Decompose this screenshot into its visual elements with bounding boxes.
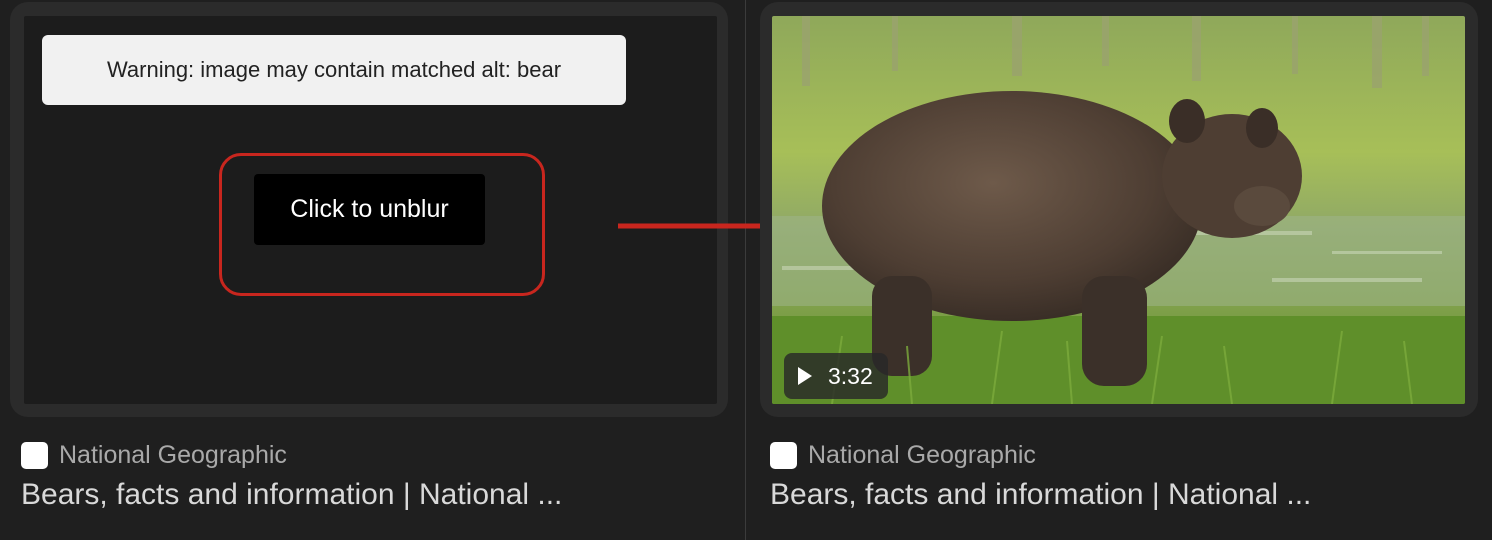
results-strip: Warning: image may contain matched alt: … [0,0,1492,540]
unblur-button[interactable]: Click to unblur [254,174,485,245]
video-duration-badge[interactable]: 3:32 [784,353,888,399]
left-source[interactable]: National Geographic [21,440,287,470]
site-favicon-icon [770,441,797,469]
column-divider [745,0,746,540]
right-source[interactable]: National Geographic [770,440,1036,470]
right-result-title[interactable]: Bears, facts and information | National … [770,478,1311,512]
site-favicon-icon [21,441,48,469]
source-name: National Geographic [808,440,1036,469]
bear-video-thumbnail[interactable] [772,16,1465,404]
content-warning-banner: Warning: image may contain matched alt: … [42,35,626,105]
unblur-button-label: Click to unblur [290,195,449,223]
content-warning-text: Warning: image may contain matched alt: … [106,57,562,82]
source-name: National Geographic [59,440,287,469]
left-result-title[interactable]: Bears, facts and information | National … [21,478,562,512]
video-duration: 3:32 [828,362,873,389]
play-icon [798,367,812,385]
